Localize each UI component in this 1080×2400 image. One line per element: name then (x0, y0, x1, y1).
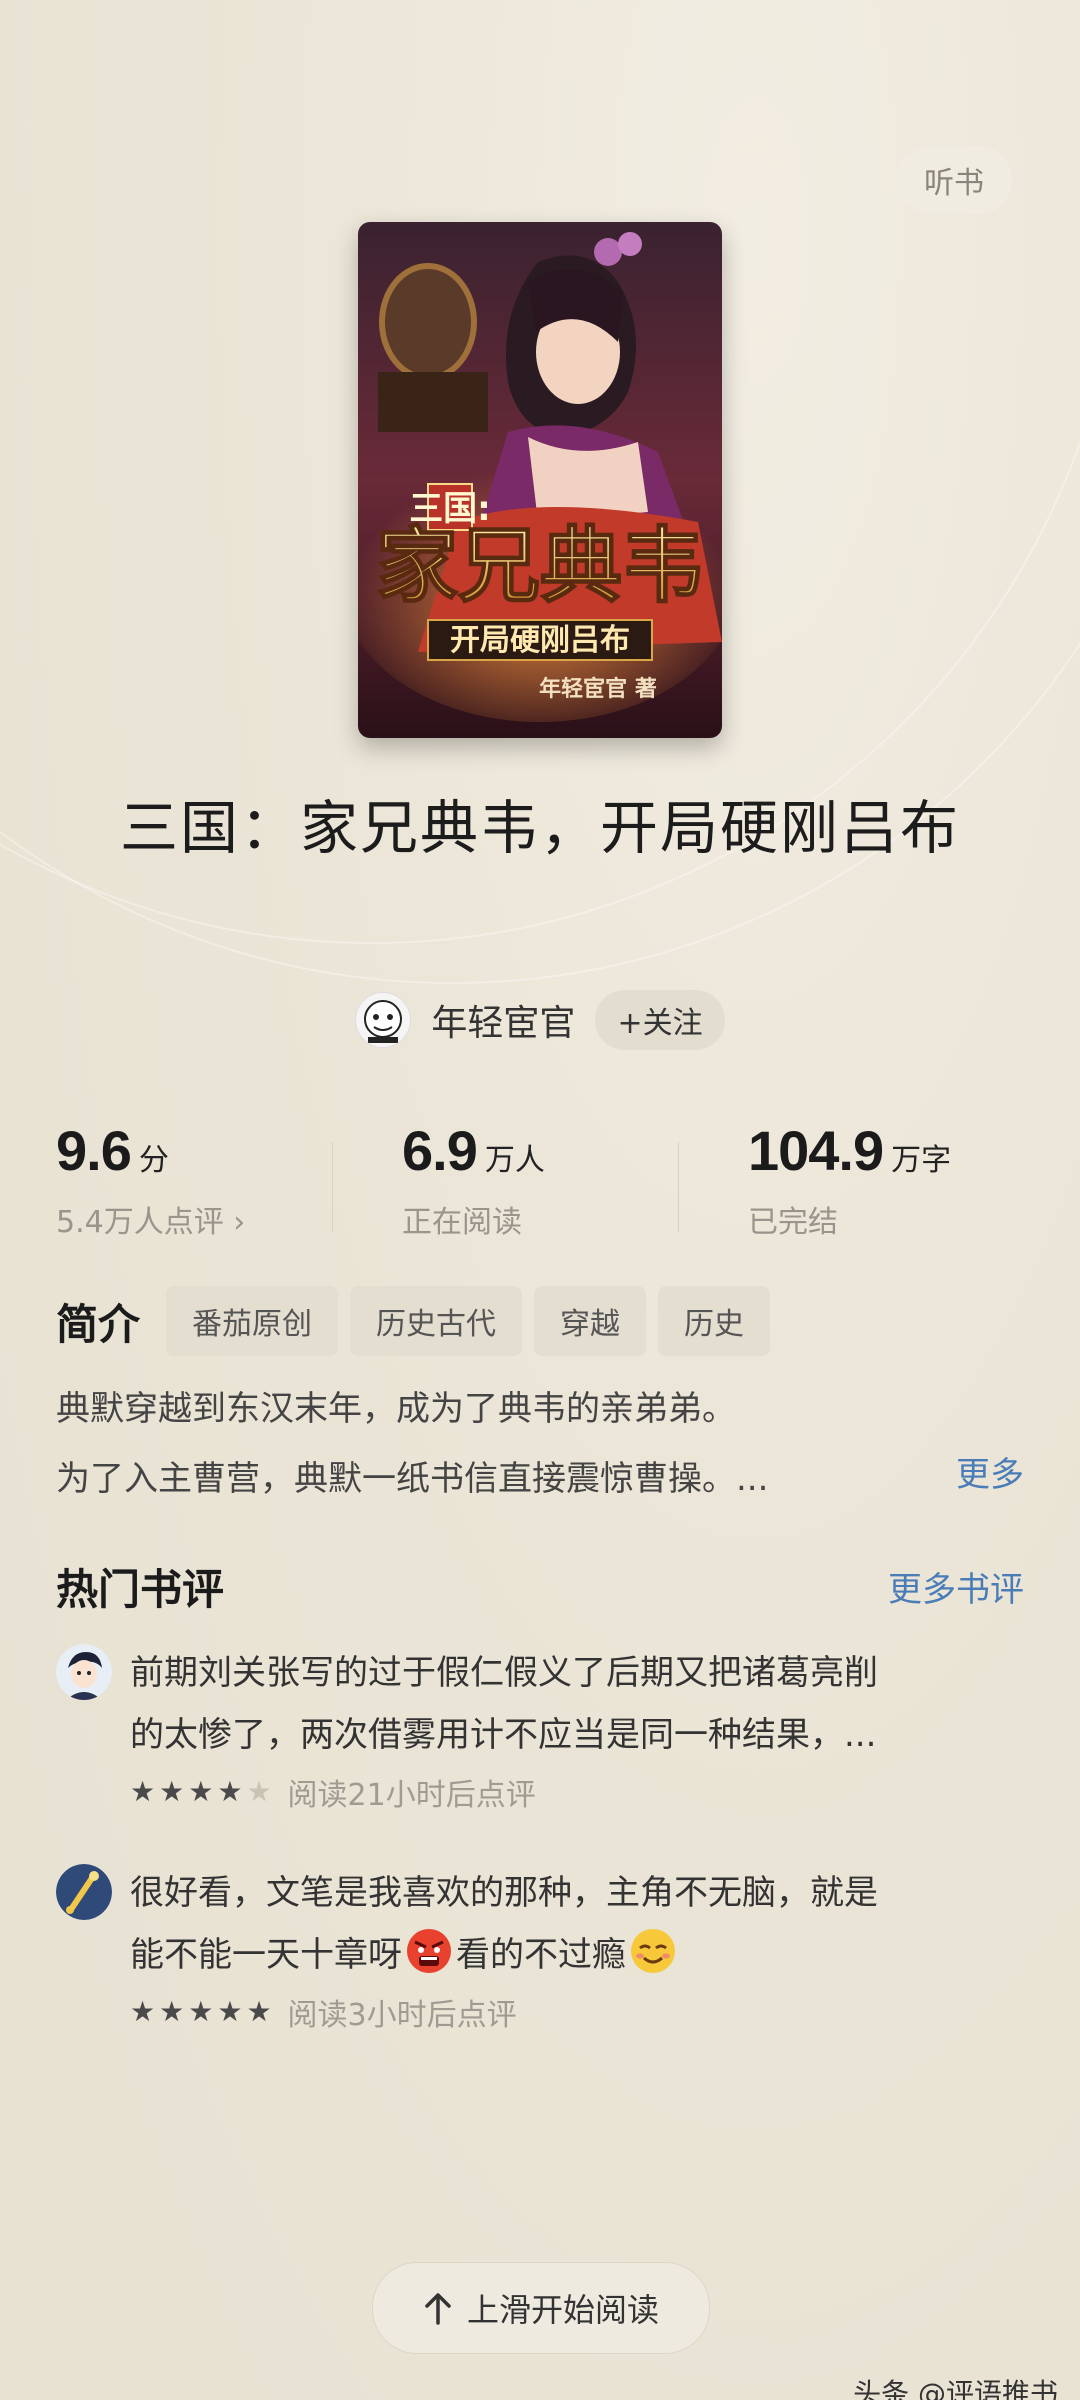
review-text-part: 能不能一天十章呀 (130, 1935, 402, 1975)
book-cover[interactable]: 三国: 家兄典韦 开局硬刚吕布 年轻宦官 著 (358, 222, 722, 738)
readers-stat: 6.9 万人 正在阅读 (332, 1118, 678, 1248)
angry-emoji-icon (407, 1929, 451, 1973)
rating-unit: 分 (138, 1143, 169, 1178)
reviews-header: 热门书评 更多书评 (56, 1556, 1024, 1617)
review-line: 的太惨了，两次借雾用计不应当是同一种结果，... (130, 1715, 877, 1755)
start-reading-label: 上滑开始阅读 (466, 2291, 659, 2329)
tag-fanqie-original[interactable]: 番茄原创 (166, 1286, 339, 1356)
review-meta: ★ ★ ★ ★ ★ 阅读3小时后点评 (130, 1990, 1030, 2034)
stat-divider (332, 1142, 333, 1232)
intro-line: 为了入主曹营，典默一纸书信直接震惊曹操。... (56, 1459, 769, 1499)
reviewer-avatar[interactable] (56, 1644, 112, 1700)
author-avatar[interactable] (355, 992, 412, 1048)
words-status: 已完结 (748, 1205, 838, 1240)
star-icon: ★ (188, 1995, 214, 2028)
stats-row: 9.6 分 5.4万人点评 › 6.9 万人 正在阅读 104.9 万字 已完结 (56, 1118, 1024, 1248)
tag-time-travel[interactable]: 穿越 (534, 1286, 647, 1356)
start-reading-button[interactable]: 上滑开始阅读 (372, 2262, 710, 2354)
follow-button[interactable]: +关注 (595, 990, 725, 1050)
review-line: 很好看，文笔是我喜欢的那种，主角不无脑，就是 (130, 1873, 878, 1913)
review-text: 很好看，文笔是我喜欢的那种，主角不无脑，就是 能不能一天十章呀 看的不过瘾 (130, 1862, 1030, 1986)
rating-value: 9.6 (56, 1119, 132, 1182)
author-name[interactable]: 年轻宦官 (431, 994, 575, 1046)
review-stars: ★ ★ ★ ★ ★ (130, 1997, 272, 2027)
review-text-part: 看的不过瘾 (456, 1935, 626, 1975)
rating-stat[interactable]: 9.6 分 5.4万人点评 › (56, 1118, 332, 1248)
intro-header: 简介 番茄原创 历史古代 穿越 历史 (56, 1286, 771, 1356)
cover-subtitle: 开局硬刚吕布 (450, 623, 630, 658)
words-unit: 万字 (891, 1143, 952, 1178)
words-value: 104.9 (748, 1119, 884, 1182)
review-text: 前期刘关张写的过于假仁假义了后期又把诸葛亮削 的太惨了，两次借雾用计不应当是同一… (130, 1642, 1030, 1766)
up-arrow-icon (425, 2293, 451, 2325)
rating-count[interactable]: 5.4万人点评 › (56, 1197, 332, 1241)
star-icon: ★ (188, 1775, 214, 1808)
star-icon: ★ (217, 1995, 243, 2028)
review-time: 阅读3小时后点评 (287, 1998, 517, 2033)
star-icon: ★ (130, 1995, 156, 2028)
intro-heading: 简介 (56, 1299, 141, 1349)
tag-history[interactable]: 历史 (658, 1286, 771, 1356)
author-row: 年轻宦官 +关注 (0, 988, 1080, 1052)
intro-line: 典默穿越到东汉末年，成为了典韦的亲弟弟。 (56, 1389, 736, 1429)
review-body: 很好看，文笔是我喜欢的那种，主角不无脑，就是 能不能一天十章呀 看的不过瘾 ★ … (130, 1862, 1030, 2034)
cover-author: 年轻宦官 著 (539, 676, 657, 702)
book-title: 三国：家兄典韦，开局硬刚吕布 (120, 794, 961, 862)
review-item[interactable]: 前期刘关张写的过于假仁假义了后期又把诸葛亮削 的太惨了，两次借雾用计不应当是同一… (56, 1642, 1024, 1822)
intro-more-link[interactable]: 更多 (956, 1440, 1024, 1510)
readers-label: 正在阅读 (402, 1205, 522, 1240)
review-meta: ★ ★ ★ ★ ★ 阅读21小时后点评 (130, 1770, 1030, 1814)
review-item[interactable]: 很好看，文笔是我喜欢的那种，主角不无脑，就是 能不能一天十章呀 看的不过瘾 ★ … (56, 1862, 1024, 2042)
star-icon: ★ (159, 1995, 185, 2028)
review-stars: ★ ★ ★ ★ ★ (130, 1777, 272, 1807)
more-reviews-link[interactable]: 更多书评 (888, 1562, 1024, 1611)
cover-title-main: 家兄典韦 (376, 519, 704, 614)
watermark: 头条 @评语推书 (853, 2377, 1058, 2400)
review-line: 前期刘关张写的过于假仁假义了后期又把诸葛亮削 (130, 1653, 878, 1693)
book-detail-page: 听书 三国: 家兄典韦 开局硬刚吕布 年轻宦官 著 三国：家兄典韦，开局硬刚吕布… (0, 0, 1080, 2400)
tag-history-ancient[interactable]: 历史古代 (350, 1286, 523, 1356)
star-icon: ★ (246, 1995, 272, 2028)
reviewer-avatar[interactable] (56, 1864, 112, 1920)
star-icon: ★ (217, 1775, 243, 1808)
reviews-title: 热门书评 (56, 1565, 225, 1614)
review-body: 前期刘关张写的过于假仁假义了后期又把诸葛亮削 的太惨了，两次借雾用计不应当是同一… (130, 1642, 1030, 1814)
readers-value: 6.9 (402, 1119, 478, 1182)
smile-emoji-icon (631, 1929, 675, 1973)
intro-text[interactable]: 典默穿越到东汉末年，成为了典韦的亲弟弟。 为了入主曹营，典默一纸书信直接震惊曹操… (56, 1374, 1024, 1514)
readers-unit: 万人 (484, 1143, 545, 1178)
listen-book-button[interactable]: 听书 (896, 146, 1012, 214)
star-icon: ★ (246, 1775, 272, 1808)
cover-illustration: 三国: 家兄典韦 开局硬刚吕布 年轻宦官 著 (358, 222, 722, 738)
review-line: 能不能一天十章呀 看的不过瘾 (130, 1924, 1030, 1986)
stat-divider (678, 1142, 679, 1232)
words-stat: 104.9 万字 已完结 (678, 1118, 1024, 1248)
review-time: 阅读21小时后点评 (287, 1778, 536, 1813)
star-icon: ★ (130, 1775, 156, 1808)
star-icon: ★ (159, 1775, 185, 1808)
